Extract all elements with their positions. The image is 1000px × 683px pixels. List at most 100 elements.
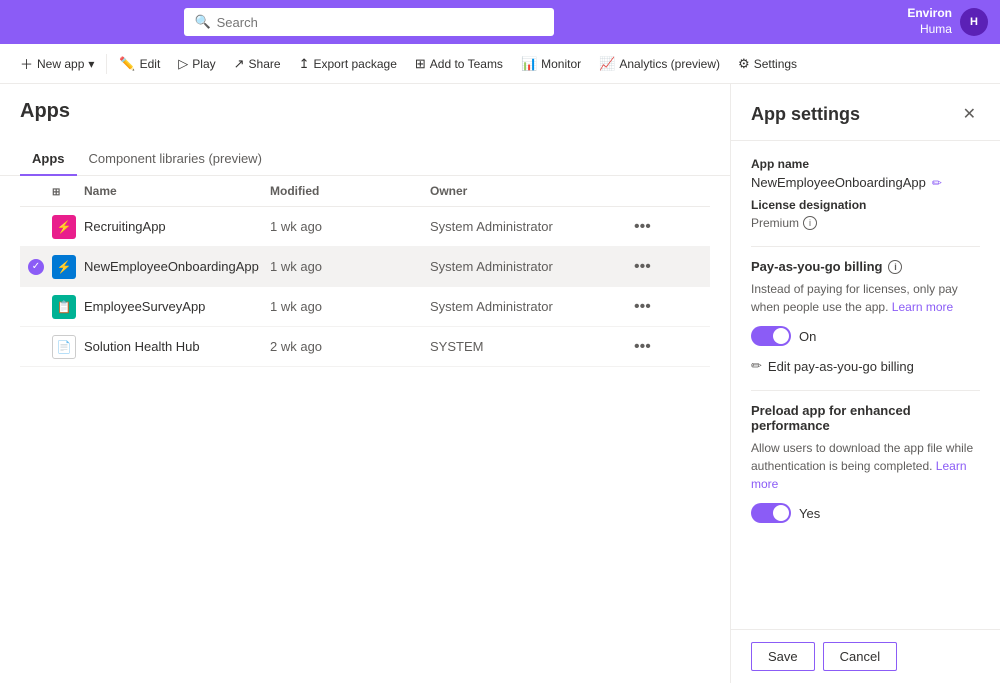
side-panel-footer: Save Cancel xyxy=(731,629,1000,683)
play-button[interactable]: ▷ Play xyxy=(170,50,223,78)
toolbar-separator xyxy=(106,54,107,74)
close-panel-button[interactable]: ✕ xyxy=(959,100,980,128)
payg-learn-more-link[interactable]: Learn more xyxy=(892,300,953,314)
table-row[interactable]: ⚡ RecruitingApp 1 wk ago System Administ… xyxy=(20,207,710,247)
selected-check: ✓ xyxy=(28,259,44,275)
more-button[interactable]: ••• xyxy=(630,258,655,276)
toolbar: ＋ New app ▾ ✏️ Edit ▷ Play ↗ Share ↥ Exp… xyxy=(0,44,1000,84)
row-more: ••• xyxy=(630,258,710,276)
table-header: ⊞ Name Modified Owner xyxy=(20,176,710,207)
search-icon: 🔍 xyxy=(194,14,210,30)
app-icon: ⚡ xyxy=(52,255,76,279)
save-button[interactable]: Save xyxy=(751,642,815,671)
user-name: Huma xyxy=(907,22,952,38)
row-name: Solution Health Hub xyxy=(84,339,270,354)
more-button[interactable]: ••• xyxy=(630,298,655,316)
share-button[interactable]: ↗ Share xyxy=(226,50,289,78)
plus-icon: ＋ xyxy=(20,54,33,73)
row-icon: 📄 xyxy=(52,335,84,359)
preload-toggle[interactable] xyxy=(751,503,791,523)
edit-button[interactable]: ✏️ Edit xyxy=(111,50,168,78)
env-info: Environ Huma xyxy=(907,6,952,37)
page-title: Apps xyxy=(20,100,710,123)
app-icon: 📋 xyxy=(52,295,76,319)
preload-toggle-row: Yes xyxy=(751,503,980,523)
cancel-button[interactable]: Cancel xyxy=(823,642,897,671)
grid-icon: ⊞ xyxy=(52,187,60,198)
apps-panel: Apps Apps Component libraries (preview) … xyxy=(0,84,730,683)
payg-section-title: Pay-as-you-go billing i xyxy=(751,259,980,274)
export-icon: ↥ xyxy=(299,56,310,72)
col-icon: ⊞ xyxy=(52,184,84,198)
play-icon: ▷ xyxy=(178,56,188,72)
panel-header: Apps xyxy=(0,84,730,143)
search-box[interactable]: 🔍 xyxy=(184,8,554,36)
settings-button[interactable]: ⚙ Settings xyxy=(730,50,805,78)
side-panel: App settings ✕ App name NewEmployeeOnboa… xyxy=(730,84,1000,683)
row-owner: System Administrator xyxy=(430,299,630,314)
row-check: ✓ xyxy=(20,259,52,275)
tab-component-libraries[interactable]: Component libraries (preview) xyxy=(77,143,274,176)
col-name-header: Name xyxy=(84,184,270,198)
row-modified: 2 wk ago xyxy=(270,339,430,354)
side-panel-header: App settings ✕ xyxy=(731,84,1000,141)
more-button[interactable]: ••• xyxy=(630,218,655,236)
preload-section-title: Preload app for enhanced performance xyxy=(751,403,980,433)
share-icon: ↗ xyxy=(234,56,245,72)
app-name-edit-icon[interactable]: ✏ xyxy=(932,176,942,190)
pencil-icon: ✏ xyxy=(751,358,762,374)
row-name: RecruitingApp xyxy=(84,219,270,234)
license-label: License designation xyxy=(751,198,980,212)
row-modified: 1 wk ago xyxy=(270,299,430,314)
row-icon: 📋 xyxy=(52,295,84,319)
divider-2 xyxy=(751,390,980,391)
row-more: ••• xyxy=(630,298,710,316)
edit-billing-button[interactable]: ✏ Edit pay-as-you-go billing xyxy=(751,354,914,378)
payg-info-icon[interactable]: i xyxy=(888,260,902,274)
avatar: H xyxy=(960,8,988,36)
monitor-icon: 📊 xyxy=(521,56,537,72)
row-icon: ⚡ xyxy=(52,215,84,239)
row-owner: SYSTEM xyxy=(430,339,630,354)
preload-description: Allow users to download the app file whi… xyxy=(751,439,980,493)
row-name: NewEmployeeOnboardingApp xyxy=(84,259,270,274)
analytics-icon: 📈 xyxy=(599,56,615,72)
row-modified: 1 wk ago xyxy=(270,219,430,234)
payg-toggle-row: On xyxy=(751,326,980,346)
top-right: Environ Huma H xyxy=(907,6,988,37)
row-icon: ⚡ xyxy=(52,255,84,279)
divider-1 xyxy=(751,246,980,247)
license-value: Premium i xyxy=(751,216,980,230)
tab-apps[interactable]: Apps xyxy=(20,143,77,176)
analytics-button[interactable]: 📈 Analytics (preview) xyxy=(591,50,728,78)
chevron-down-icon: ▾ xyxy=(88,57,94,71)
edit-icon: ✏️ xyxy=(119,56,135,72)
new-app-button[interactable]: ＋ New app ▾ xyxy=(12,50,102,78)
gear-icon: ⚙ xyxy=(738,56,750,72)
row-owner: System Administrator xyxy=(430,259,630,274)
row-more: ••• xyxy=(630,218,710,236)
preload-toggle-label: Yes xyxy=(799,506,820,521)
export-package-button[interactable]: ↥ Export package xyxy=(291,50,405,78)
payg-description: Instead of paying for licenses, only pay… xyxy=(751,280,980,316)
license-info-icon[interactable]: i xyxy=(803,216,817,230)
row-modified: 1 wk ago xyxy=(270,259,430,274)
app-icon: 📄 xyxy=(52,335,76,359)
table-row[interactable]: ✓ ⚡ NewEmployeeOnboardingApp 1 wk ago Sy… xyxy=(20,247,710,287)
payg-toggle[interactable] xyxy=(751,326,791,346)
tabs: Apps Component libraries (preview) xyxy=(0,143,730,176)
env-name: Environ xyxy=(907,6,952,22)
teams-icon: ⊞ xyxy=(415,56,426,72)
top-bar: 🔍 Environ Huma H xyxy=(0,0,1000,44)
table-row[interactable]: 📄 Solution Health Hub 2 wk ago SYSTEM ••… xyxy=(20,327,710,367)
payg-toggle-label: On xyxy=(799,329,816,344)
col-owner-header: Owner xyxy=(430,184,630,198)
monitor-button[interactable]: 📊 Monitor xyxy=(513,50,589,78)
app-name-label: App name xyxy=(751,157,980,171)
col-modified-header: Modified xyxy=(270,184,430,198)
row-name: EmployeeSurveyApp xyxy=(84,299,270,314)
table-row[interactable]: 📋 EmployeeSurveyApp 1 wk ago System Admi… xyxy=(20,287,710,327)
more-button[interactable]: ••• xyxy=(630,338,655,356)
add-to-teams-button[interactable]: ⊞ Add to Teams xyxy=(407,50,511,78)
search-input[interactable] xyxy=(217,15,545,30)
